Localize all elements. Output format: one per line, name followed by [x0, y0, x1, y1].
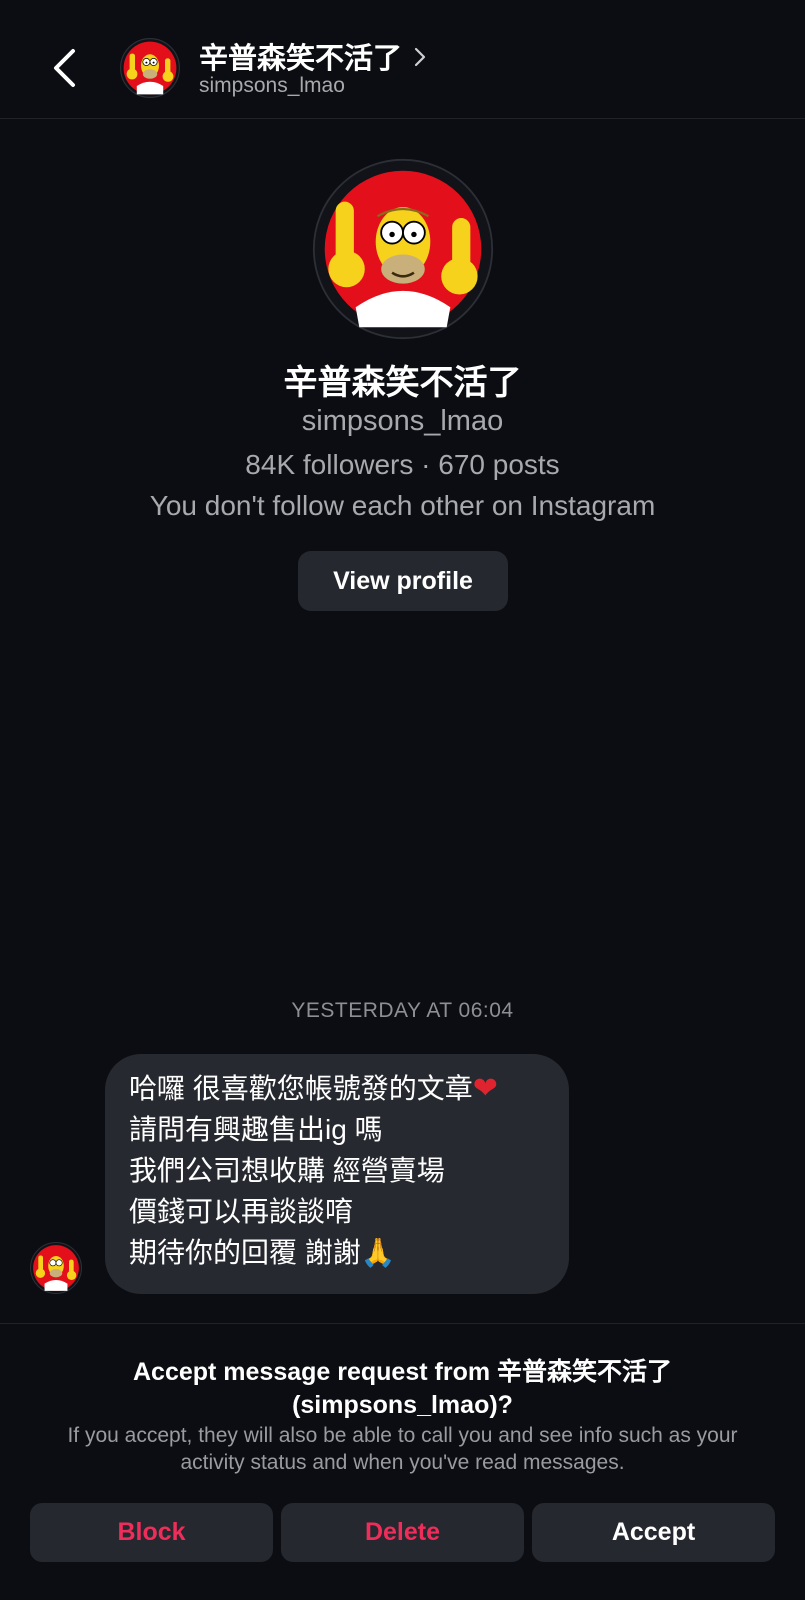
message-line: 我們公司想收購 經營賣場 [129, 1155, 445, 1186]
message-timestamp: YESTERDAY AT 06:04 [291, 999, 514, 1022]
header-username: simpsons_lmao [199, 74, 345, 97]
accept-request-title: Accept message request from 辛普森笑不活了 (sim… [132, 1358, 673, 1419]
message-line: 請問有興趣售出ig 嗎 [129, 1114, 383, 1145]
back-button[interactable] [44, 40, 84, 96]
profile-avatar[interactable] [312, 158, 494, 340]
accept-request-description: If you accept, they will also be able to… [67, 1424, 738, 1474]
divider [0, 1323, 805, 1324]
message-line: 價錢可以再談談唷 [129, 1196, 354, 1227]
follow-status-note: You don't follow each other on Instagram [149, 490, 656, 521]
view-profile-button[interactable]: View profile [298, 551, 508, 611]
homer-avatar-image [30, 1242, 82, 1294]
homer-avatar-image [312, 158, 494, 340]
header-title-row[interactable]: 辛普森笑不活了 [199, 35, 426, 77]
block-button[interactable]: Block [30, 1503, 273, 1562]
homer-avatar-image [120, 38, 180, 98]
profile-name: 辛普森笑不活了 [283, 364, 522, 402]
profile-stats: 84K followers · 670 posts [245, 449, 560, 480]
heart-emoji-icon: ❤ [472, 1072, 498, 1105]
delete-button[interactable]: Delete [281, 1503, 524, 1562]
conversation-header: 辛普森笑不活了 simpsons_lmao [0, 0, 805, 119]
message-line: 期待你的回覆 謝謝🙏 [129, 1237, 396, 1268]
message-bubble[interactable]: 哈囉 很喜歡您帳號發的文章❤ 請問有興趣售出ig 嗎 我們公司想收購 經營賣場 … [105, 1054, 569, 1294]
header-title: 辛普森笑不活了 [199, 43, 403, 75]
header-avatar[interactable] [120, 38, 180, 98]
chevron-left-icon [54, 49, 75, 87]
message-line: 哈囉 很喜歡您帳號發的文章❤ [129, 1072, 498, 1105]
chevron-right-icon [414, 47, 426, 67]
folded-hands-emoji-icon: 🙏 [360, 1237, 396, 1268]
accept-button[interactable]: Accept [532, 1503, 775, 1562]
sender-avatar[interactable] [30, 1242, 82, 1294]
profile-handle: simpsons_lmao [301, 405, 504, 437]
